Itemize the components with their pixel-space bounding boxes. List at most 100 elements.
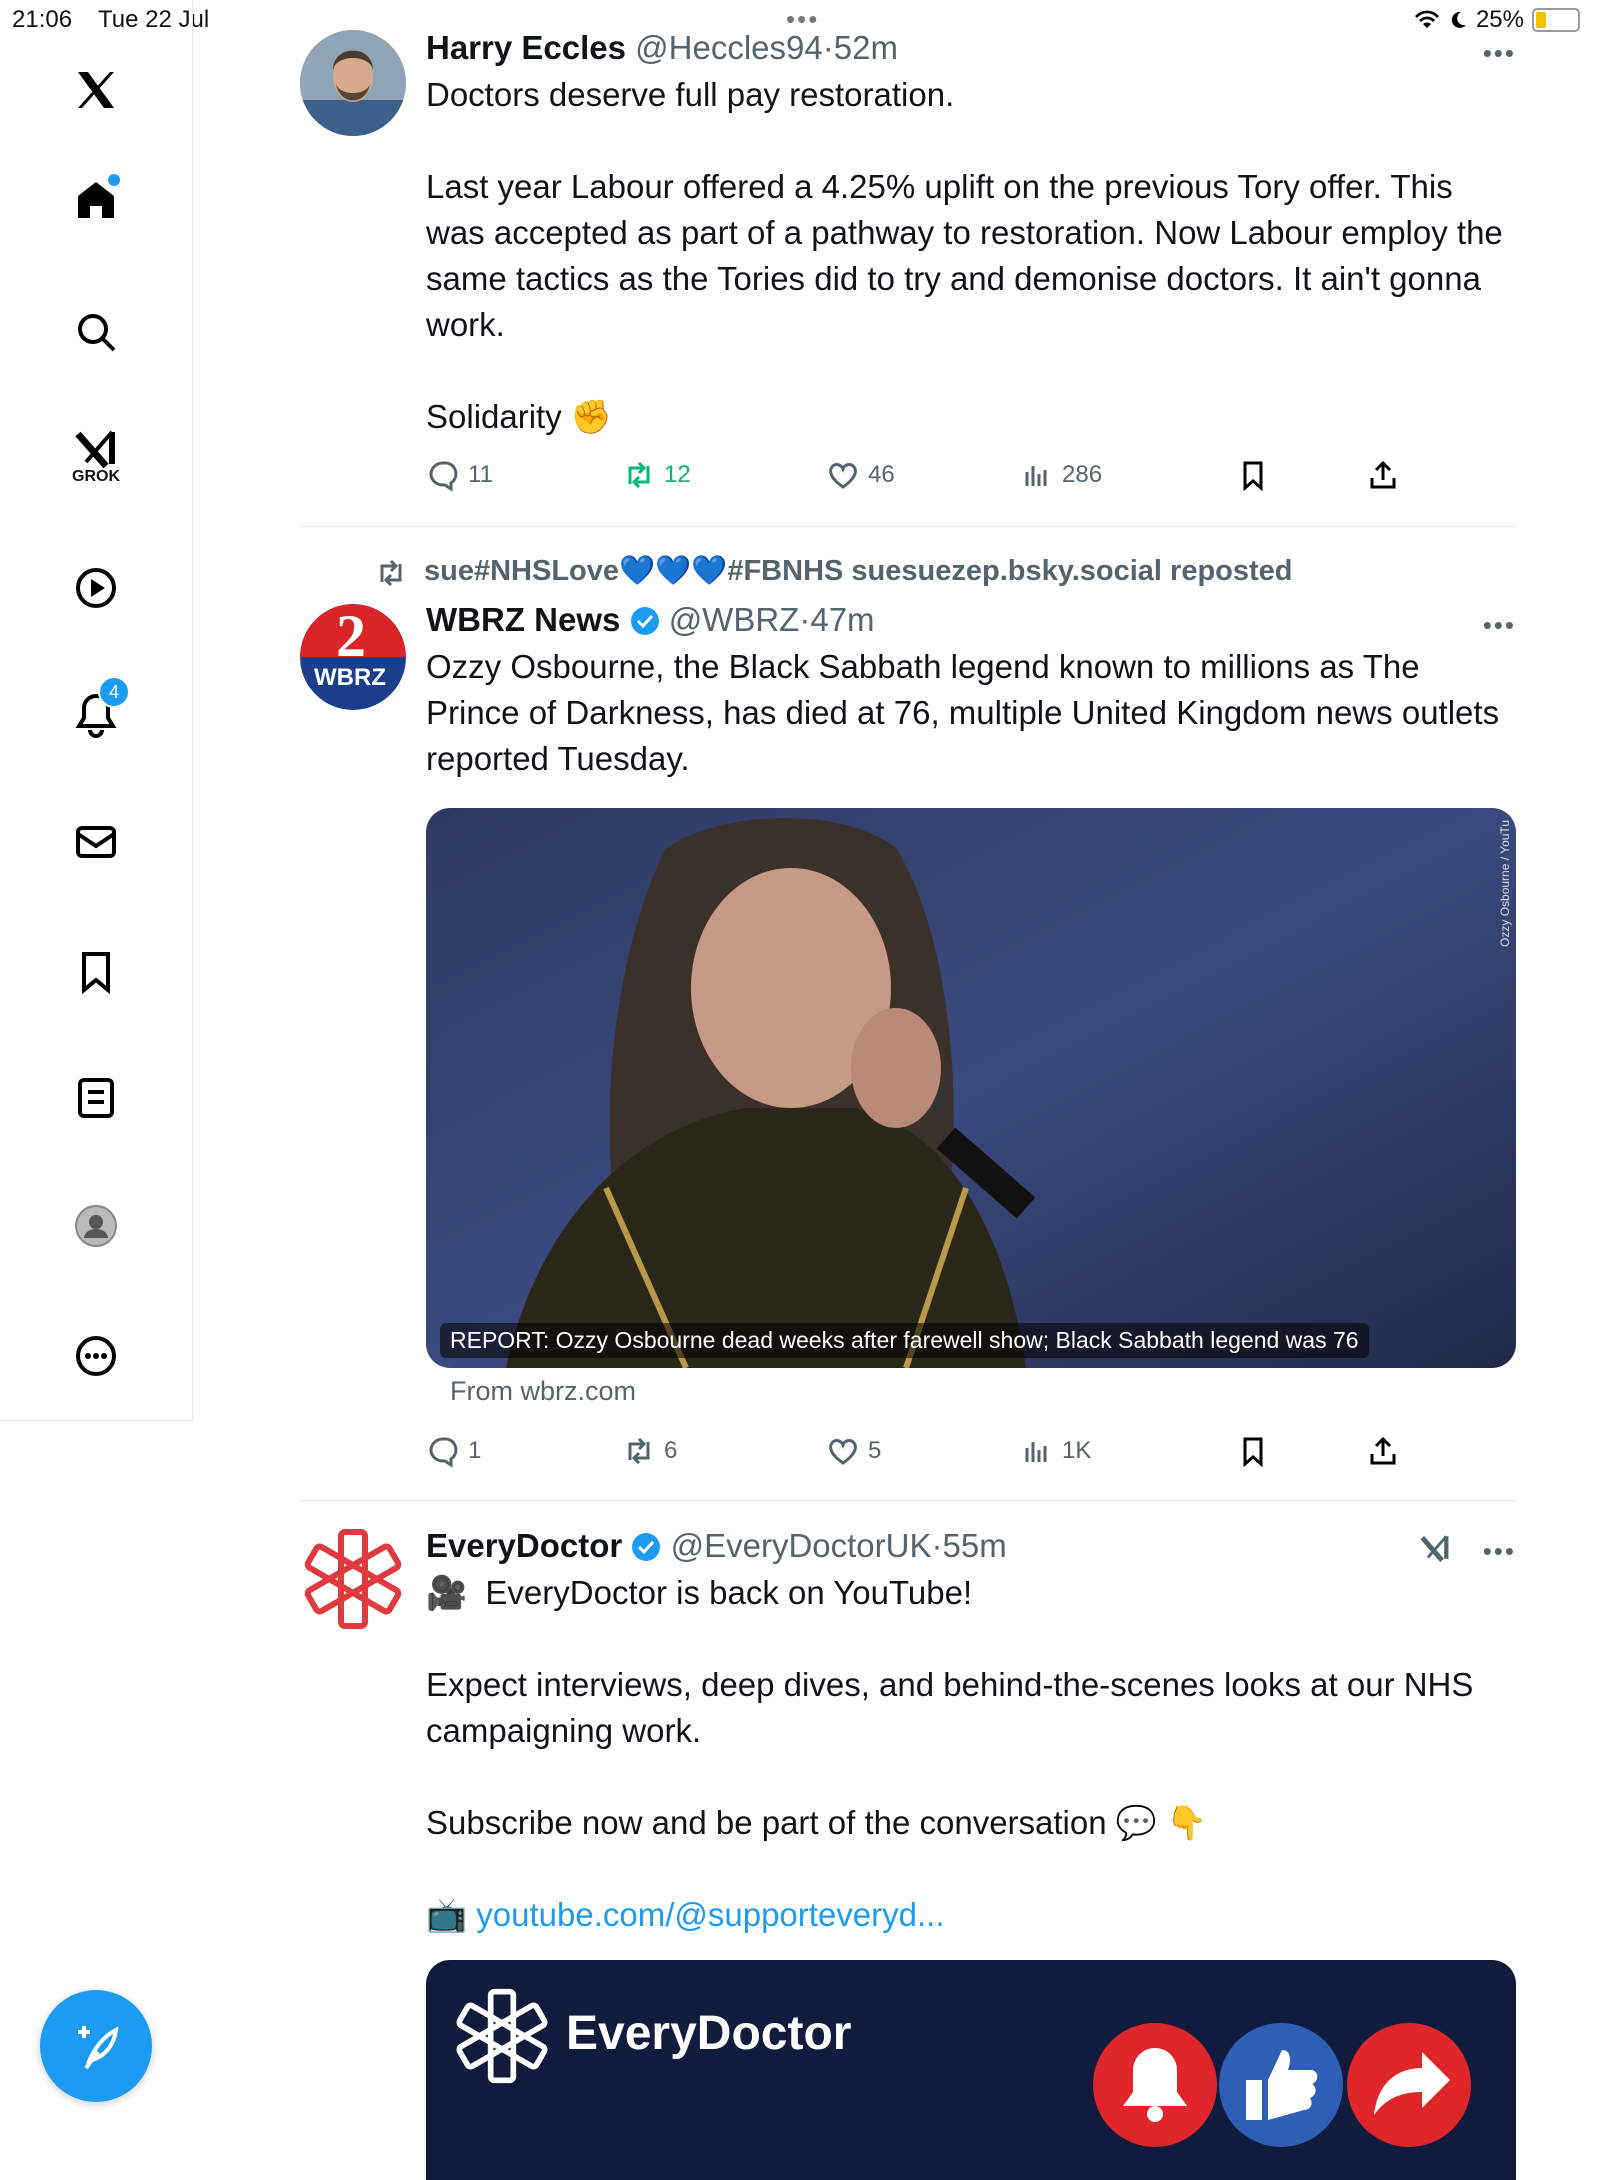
reply-button[interactable]: 1 bbox=[426, 1434, 481, 1468]
more-options-icon[interactable]: ••• bbox=[1483, 1536, 1516, 1567]
author-handle[interactable]: @WBRZ bbox=[669, 601, 800, 638]
like-count: 5 bbox=[868, 1437, 882, 1464]
x-logo-icon[interactable] bbox=[64, 58, 128, 122]
grok-label: GROK bbox=[72, 468, 120, 485]
home-icon[interactable] bbox=[64, 168, 128, 232]
thumbs-up-icon bbox=[1219, 2023, 1343, 2147]
compose-feather-icon bbox=[78, 2026, 119, 2070]
tweet-header: Harry Eccles @Heccles94·52m bbox=[426, 29, 898, 66]
tweet-actions: 1 6 5 1K bbox=[426, 1434, 1426, 1474]
wbrz-avatar-number: 2 bbox=[336, 604, 366, 669]
repost-count: 12 bbox=[664, 461, 691, 488]
repost-attribution[interactable]: sue#NHSLove💙💙💙#FBNHS suesuezep.bsky.soci… bbox=[424, 554, 1293, 588]
tweet-text: 🎥 EveryDoctor is back on YouTube! Expect… bbox=[426, 1570, 1516, 1938]
everydoctor-logo-icon bbox=[456, 1988, 548, 2084]
youtube-card[interactable]: EveryDoctor bbox=[426, 1960, 1516, 2180]
bell-icon bbox=[1093, 2023, 1217, 2147]
like-count: 46 bbox=[868, 461, 895, 488]
views-count: 286 bbox=[1062, 461, 1103, 488]
ozzy-photo bbox=[426, 808, 1516, 1368]
author-handle[interactable]: @Heccles94 bbox=[635, 29, 823, 66]
author-handle[interactable]: @EveryDoctorUK bbox=[671, 1527, 932, 1564]
sidebar: GROK 4 bbox=[0, 0, 193, 1421]
tweet-content: Harry Eccles @Heccles94·52m ••• Doctors … bbox=[426, 28, 1516, 440]
tweet-time[interactable]: 55m bbox=[942, 1527, 1006, 1564]
reply-icon bbox=[429, 1437, 458, 1468]
reply-count: 1 bbox=[468, 1437, 482, 1464]
tweet-header: EveryDoctor @EveryDoctorUK·55m bbox=[426, 1527, 1007, 1564]
tweet-time[interactable]: 52m bbox=[834, 29, 898, 66]
verified-badge-icon[interactable] bbox=[630, 606, 660, 636]
share-button[interactable] bbox=[1366, 458, 1400, 492]
tweet-content: EveryDoctor @EveryDoctorUK·55m ••• 🎥 Eve… bbox=[426, 1526, 1516, 1938]
notifications-icon[interactable]: 4 bbox=[64, 676, 130, 746]
share-icon bbox=[1370, 1436, 1396, 1465]
views-button[interactable]: 286 bbox=[1020, 458, 1102, 492]
card-source[interactable]: From wbrz.com bbox=[450, 1376, 636, 1407]
card-title: EveryDoctor bbox=[566, 2007, 852, 2060]
more-icon[interactable] bbox=[64, 1324, 128, 1388]
reply-count: 11 bbox=[468, 461, 493, 488]
video-icon[interactable] bbox=[64, 556, 128, 620]
repost-icon bbox=[628, 1437, 650, 1465]
like-button[interactable]: 46 bbox=[826, 458, 895, 492]
repost-button[interactable]: 6 bbox=[622, 1434, 677, 1468]
repost-icon bbox=[628, 461, 650, 489]
heart-icon bbox=[829, 1439, 857, 1465]
avatar[interactable]: 2 WBRZ bbox=[300, 604, 406, 710]
grok-icon[interactable]: GROK bbox=[64, 418, 128, 485]
bookmark-button[interactable] bbox=[1236, 1434, 1270, 1468]
battery-icon bbox=[1532, 8, 1580, 32]
tweet-content: WBRZ News @WBRZ·47m ••• Ozzy Osbourne, t… bbox=[426, 600, 1516, 782]
repost-button[interactable]: 12 bbox=[622, 458, 691, 492]
repost-indicator-icon bbox=[380, 559, 402, 587]
views-icon bbox=[1025, 1442, 1047, 1462]
lists-icon[interactable] bbox=[64, 1066, 128, 1130]
home-unread-dot bbox=[108, 174, 120, 186]
wbrz-avatar-label: WBRZ bbox=[314, 664, 386, 691]
profile-icon[interactable] bbox=[64, 1194, 128, 1258]
more-options-icon[interactable]: ••• bbox=[1483, 38, 1516, 69]
compose-button[interactable] bbox=[40, 1990, 152, 2102]
avatar[interactable] bbox=[300, 30, 406, 136]
tv-emoji-icon: 📺 bbox=[426, 1896, 468, 1933]
search-icon[interactable] bbox=[64, 300, 128, 364]
messages-icon[interactable] bbox=[64, 810, 128, 874]
share-icon bbox=[1370, 460, 1396, 489]
tweet-body: 🎥 EveryDoctor is back on YouTube! Expect… bbox=[426, 1574, 1474, 1841]
card-caption: REPORT: Ozzy Osbourne dead weeks after f… bbox=[440, 1323, 1369, 1358]
tweet-text: Doctors deserve full pay restoration. La… bbox=[426, 76, 1503, 435]
like-button[interactable]: 5 bbox=[826, 1434, 881, 1468]
views-button[interactable]: 1K bbox=[1020, 1434, 1091, 1468]
divider bbox=[300, 526, 1516, 527]
bookmarks-icon[interactable] bbox=[64, 940, 128, 1004]
author-name[interactable]: EveryDoctor bbox=[426, 1527, 622, 1564]
youtube-link[interactable]: youtube.com/@supporteveryd... bbox=[476, 1896, 944, 1933]
link-card-image[interactable]: REPORT: Ozzy Osbourne dead weeks after f… bbox=[426, 808, 1516, 1368]
bookmark-icon bbox=[1243, 1437, 1263, 1468]
more-options-icon[interactable]: ••• bbox=[1483, 610, 1516, 641]
moon-icon bbox=[1451, 11, 1466, 28]
tweet-text: Ozzy Osbourne, the Black Sabbath legend … bbox=[426, 648, 1509, 777]
avatar[interactable] bbox=[300, 1526, 406, 1632]
notifications-badge: 4 bbox=[98, 676, 130, 708]
share-button[interactable] bbox=[1366, 1434, 1400, 1468]
reply-button[interactable]: 11 bbox=[426, 458, 493, 492]
author-name[interactable]: Harry Eccles bbox=[426, 29, 626, 66]
heart-icon bbox=[829, 463, 857, 489]
share-arrow-icon bbox=[1347, 2023, 1471, 2147]
tweet-actions: 11 12 46 286 bbox=[426, 458, 1426, 498]
wifi-icon bbox=[1414, 10, 1439, 29]
reply-icon bbox=[429, 461, 458, 492]
image-credit: Ozzy Osbourne / YouTu bbox=[1498, 820, 1512, 947]
divider bbox=[300, 1500, 1516, 1501]
views-count: 1K bbox=[1062, 1437, 1092, 1464]
bookmark-button[interactable] bbox=[1236, 458, 1270, 492]
repost-count: 6 bbox=[664, 1437, 678, 1464]
views-icon bbox=[1025, 466, 1047, 486]
verified-badge-icon[interactable] bbox=[631, 1532, 661, 1562]
tweet-header: WBRZ News @WBRZ·47m bbox=[426, 601, 875, 638]
grok-explain-icon[interactable] bbox=[1418, 1532, 1452, 1566]
tweet-time[interactable]: 47m bbox=[810, 601, 874, 638]
author-name[interactable]: WBRZ News bbox=[426, 601, 620, 638]
